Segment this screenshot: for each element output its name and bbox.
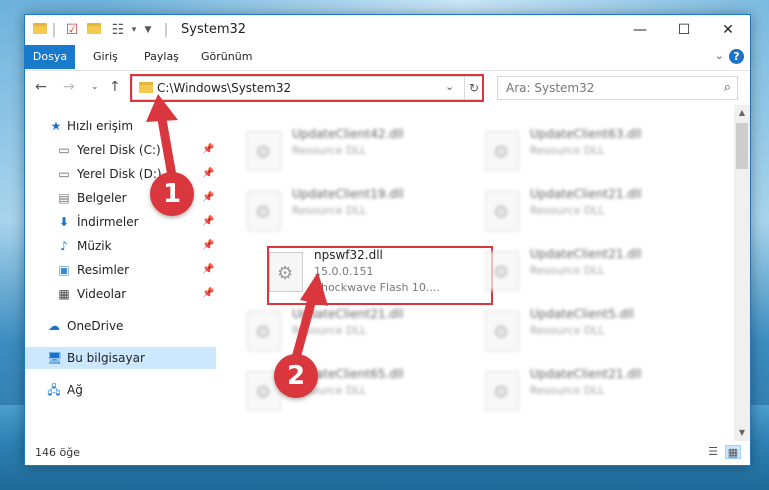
annotation-arrows [146,94,328,363]
arrow-2-head [300,272,328,306]
step-badge-1: 1 [150,172,194,216]
arrow-1-head [146,94,178,122]
step-badge-2: 2 [274,354,318,398]
